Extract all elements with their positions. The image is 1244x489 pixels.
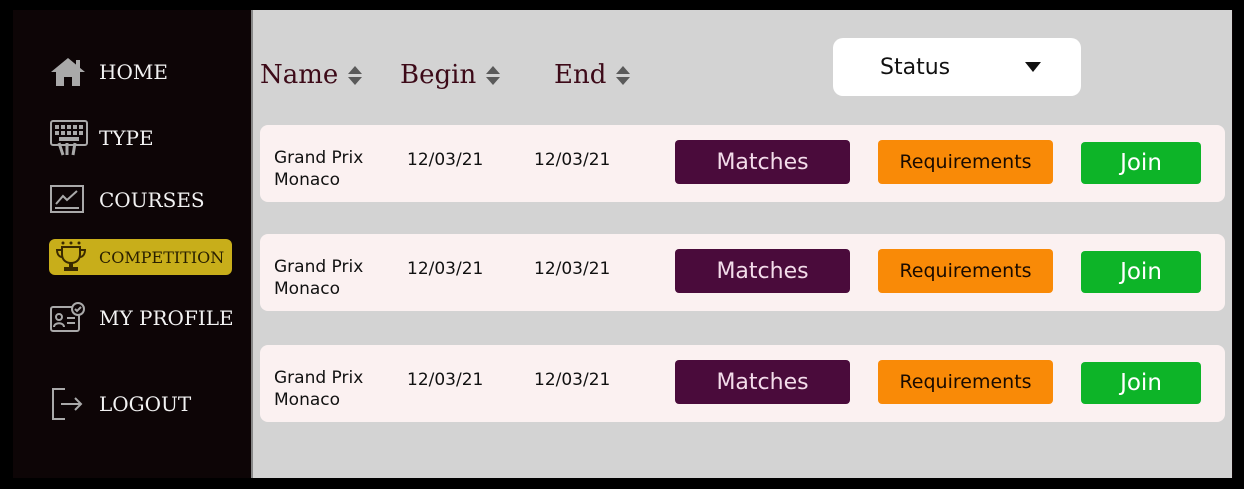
sort-icon — [616, 65, 631, 85]
column-header-end[interactable]: End — [554, 60, 631, 90]
sidebar-item-courses[interactable]: COURSES — [49, 180, 205, 220]
requirements-button[interactable]: Requirements — [878, 140, 1053, 184]
sidebar-item-type[interactable]: TYPE — [49, 118, 154, 158]
sidebar: HOME TYPE COURSES COMPETITION MY PROFILE… — [13, 10, 251, 478]
competition-name-line: Monaco — [274, 170, 341, 190]
matches-button[interactable]: Matches — [675, 360, 850, 404]
keyboard-icon — [49, 120, 89, 156]
id-card-icon — [49, 300, 89, 336]
join-button[interactable]: Join — [1081, 362, 1201, 404]
trophy-icon — [53, 239, 89, 275]
sidebar-item-label: TYPE — [99, 126, 154, 150]
column-header-name[interactable]: Name — [260, 60, 363, 90]
chart-board-icon — [49, 182, 89, 218]
chevron-down-icon — [1025, 62, 1041, 72]
table-row: Grand Prix Monaco 12/03/21 12/03/21 Matc… — [260, 345, 1225, 422]
requirements-button[interactable]: Requirements — [878, 360, 1053, 404]
sidebar-item-competition[interactable]: COMPETITION — [49, 239, 232, 275]
sidebar-item-home[interactable]: HOME — [49, 52, 168, 92]
competition-name-line: Grand Prix — [274, 148, 364, 168]
join-button[interactable]: Join — [1081, 142, 1201, 184]
sidebar-item-label: HOME — [99, 60, 168, 84]
status-filter-label: Status — [880, 54, 951, 80]
status-filter-dropdown[interactable]: Status — [833, 38, 1081, 96]
column-header-label: Begin — [400, 60, 477, 90]
table-row: Grand Prix Monaco 12/03/21 12/03/21 Matc… — [260, 125, 1225, 202]
competition-name-line: Monaco — [274, 279, 341, 299]
logout-icon — [49, 386, 89, 422]
column-header-label: End — [554, 60, 607, 90]
sidebar-item-label: COMPETITION — [99, 247, 225, 267]
begin-date: 12/03/21 — [407, 370, 484, 390]
begin-date: 12/03/21 — [407, 150, 484, 170]
sidebar-item-label: COURSES — [99, 188, 205, 212]
end-date: 12/03/21 — [534, 259, 611, 279]
table-row: Grand Prix Monaco 12/03/21 12/03/21 Matc… — [260, 234, 1225, 311]
sidebar-item-my-profile[interactable]: MY PROFILE — [49, 298, 234, 338]
begin-date: 12/03/21 — [407, 259, 484, 279]
sort-icon — [486, 65, 501, 85]
end-date: 12/03/21 — [534, 150, 611, 170]
competition-name-line: Grand Prix — [274, 257, 364, 277]
column-header-begin[interactable]: Begin — [400, 60, 501, 90]
end-date: 12/03/21 — [534, 370, 611, 390]
sidebar-item-label: MY PROFILE — [99, 306, 234, 330]
competition-panel: Name Begin End Status Grand Prix Monaco … — [251, 10, 1232, 478]
competition-name-line: Monaco — [274, 390, 341, 410]
home-icon — [49, 54, 89, 90]
competition-name: Grand Prix Monaco — [274, 147, 384, 191]
sort-icon — [348, 65, 363, 85]
competition-name: Grand Prix Monaco — [274, 256, 384, 300]
competition-name: Grand Prix Monaco — [274, 367, 384, 411]
join-button[interactable]: Join — [1081, 251, 1201, 293]
matches-button[interactable]: Matches — [675, 249, 850, 293]
matches-button[interactable]: Matches — [675, 140, 850, 184]
sidebar-item-label: LOGOUT — [99, 392, 192, 416]
column-header-label: Name — [260, 60, 339, 90]
competition-name-line: Grand Prix — [274, 368, 364, 388]
sidebar-item-logout[interactable]: LOGOUT — [49, 384, 191, 424]
requirements-button[interactable]: Requirements — [878, 249, 1053, 293]
